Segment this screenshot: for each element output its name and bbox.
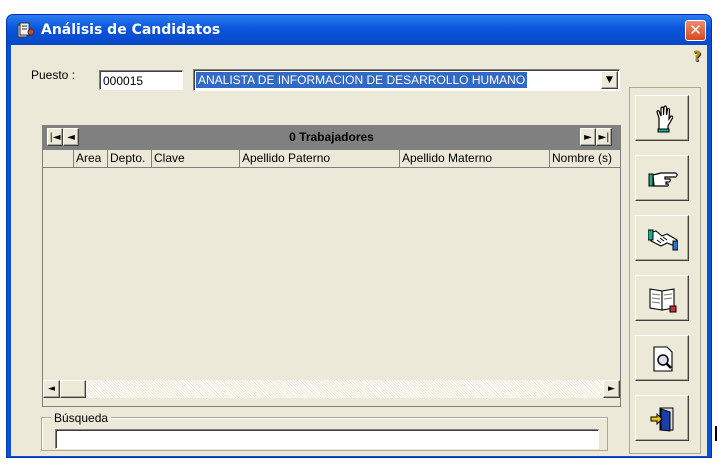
candidates-grid[interactable]: |◄ ◄ 0 Trabajadores ► ►| Area Depto. Cla… [42, 125, 621, 407]
app-icon [17, 22, 35, 38]
column-header-clave[interactable]: Clave [152, 150, 240, 167]
close-button[interactable]: ✕ [685, 20, 706, 41]
horizontal-scrollbar[interactable]: ◄ ► [43, 380, 620, 398]
help-icon[interactable]: ? [693, 49, 705, 65]
title-bar[interactable]: Análisis de Candidatos ✕ [7, 15, 711, 45]
nav-prev-button[interactable]: ◄ [63, 128, 79, 146]
agreement-button[interactable] [635, 215, 689, 261]
exit-button[interactable] [635, 395, 689, 441]
grid-navigator: |◄ ◄ 0 Trabajadores ► ►| [43, 126, 620, 150]
client-area: ? Puesto : 000015 ANALISTA DE INFORMACIO… [11, 45, 707, 456]
scroll-right-button[interactable]: ► [603, 380, 620, 398]
nav-first-button[interactable]: |◄ [47, 128, 63, 146]
book-icon [649, 288, 677, 313]
puesto-label: Puesto : [31, 68, 76, 82]
puesto-name-selected: ANALISTA DE INFORMACION DE DESARROLLO HU… [194, 71, 529, 89]
prev-record-icon: ◄ [67, 132, 75, 143]
record-count: 0 Trabajadores [289, 130, 374, 144]
print-preview-icon [653, 346, 673, 372]
arrow-left-icon: ◄ [48, 384, 55, 394]
close-icon: ✕ [689, 21, 702, 39]
column-header-depto[interactable]: Depto. [108, 150, 152, 167]
raise-hand-button[interactable] [635, 95, 689, 141]
nav-last-button[interactable]: ►| [596, 128, 612, 146]
search-input[interactable] [55, 429, 599, 449]
app-window: Análisis de Candidatos ✕ ? Puesto : 0000… [6, 14, 712, 458]
first-record-icon: |◄ [49, 132, 61, 143]
column-header-indicator[interactable] [43, 150, 74, 167]
consult-book-button[interactable] [635, 275, 689, 321]
column-header-apellido-materno[interactable]: Apellido Materno [400, 150, 550, 167]
column-header-area[interactable]: Area [74, 150, 108, 167]
pointing-hand-icon [648, 172, 678, 187]
raised-hand-icon [656, 105, 674, 133]
point-button[interactable] [635, 155, 689, 201]
edge-marker [715, 426, 717, 441]
puesto-code-field[interactable]: 000015 [99, 70, 183, 90]
preview-button[interactable] [635, 335, 689, 381]
last-record-icon: ►| [598, 132, 610, 143]
window-title: Análisis de Candidatos [41, 22, 221, 38]
next-record-icon: ► [584, 132, 592, 143]
scroll-left-button[interactable]: ◄ [43, 380, 60, 398]
exit-door-icon [650, 407, 674, 432]
handshake-icon [648, 229, 678, 251]
nav-next-button[interactable]: ► [580, 128, 596, 146]
grid-header: Area Depto. Clave Apellido Paterno Apell… [43, 150, 620, 168]
search-group-label: Búsqueda [51, 411, 112, 425]
column-header-nombres[interactable]: Nombre (s) [550, 150, 620, 167]
puesto-select[interactable]: ANALISTA DE INFORMACION DE DESARROLLO HU… [193, 69, 620, 91]
arrow-right-icon: ► [608, 384, 615, 394]
dropdown-button[interactable]: ▼ [601, 71, 618, 89]
column-header-apellido-paterno[interactable]: Apellido Paterno [240, 150, 400, 167]
scroll-thumb[interactable] [60, 380, 86, 398]
chevron-down-icon: ▼ [606, 75, 613, 85]
